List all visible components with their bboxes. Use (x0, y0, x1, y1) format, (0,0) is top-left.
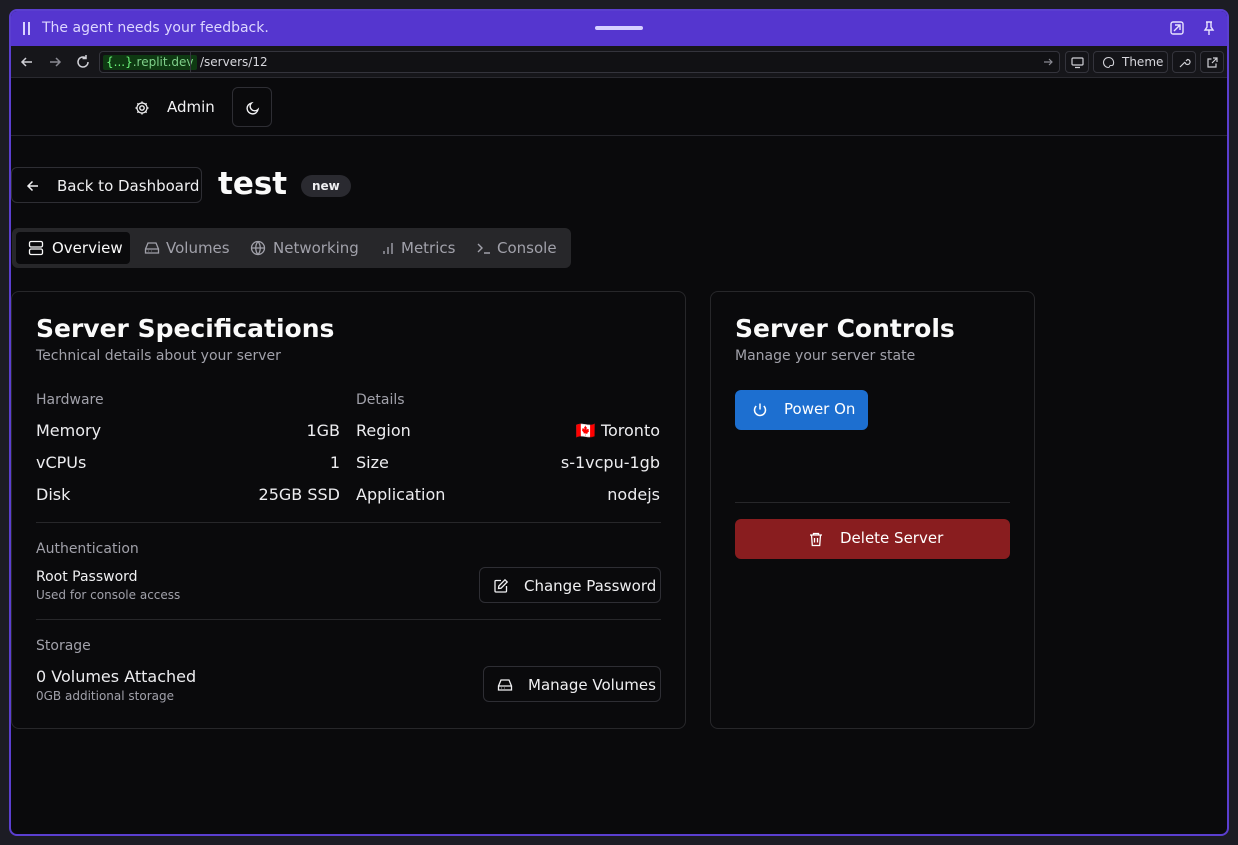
external-link-icon (1207, 57, 1218, 68)
server-specifications-card: Server Specifications Technical details … (11, 291, 686, 729)
tab-overview[interactable]: Overview (16, 232, 130, 264)
go-arrow-icon[interactable] (1041, 55, 1055, 69)
status-badge: new (301, 175, 351, 197)
card-subtitle: Manage your server state (735, 348, 916, 364)
wrench-icon (1179, 58, 1191, 68)
root-password-desc: Used for console access (36, 588, 181, 602)
arrow-left-icon (26, 180, 38, 192)
drag-handle[interactable] (595, 26, 643, 30)
card-title: Server Controls (735, 314, 955, 343)
browser-toolbar: {...}.replit.dev /servers/12 Theme (11, 46, 1227, 78)
card-title: Server Specifications (36, 314, 335, 343)
domain-chip: {...}.replit.dev (103, 55, 197, 70)
server-controls-card: Server Controls Manage your server state… (710, 291, 1035, 729)
domain-prefix: {...} (106, 55, 133, 69)
agent-message: The agent needs your feedback. (42, 20, 269, 36)
card-subtitle: Technical details about your server (36, 348, 281, 364)
browser-window: The agent needs your feedback. {...}.rep… (9, 9, 1229, 836)
manage-volumes-button[interactable]: Manage Volumes (483, 666, 661, 702)
domain-suffix: .replit.dev (132, 55, 194, 69)
tab-console[interactable]: Console (464, 232, 564, 264)
gear-icon (135, 101, 149, 115)
divider (36, 619, 661, 620)
theme-button[interactable]: Theme (1093, 51, 1168, 73)
palette-icon (1103, 56, 1115, 69)
tab-label: Console (497, 239, 557, 257)
theme-toggle-button[interactable] (232, 87, 272, 127)
hardware-heading: Hardware (36, 392, 104, 408)
spec-value: 1GB (306, 421, 340, 440)
page-title: test (218, 166, 288, 202)
storage-heading: Storage (36, 638, 91, 654)
back-arrow-icon[interactable] (19, 54, 35, 70)
moon-icon (246, 101, 260, 115)
url-divider (190, 52, 191, 72)
divider (36, 522, 661, 523)
admin-label: Admin (167, 98, 215, 116)
region-value: 🇨🇦 Toronto (492, 421, 660, 440)
spec-key: Size (356, 453, 389, 472)
tab-label: Overview (52, 239, 123, 257)
details-heading: Details (356, 392, 405, 408)
power-on-button[interactable]: Power On (735, 390, 868, 430)
trash-icon (810, 532, 822, 547)
change-password-button[interactable]: Change Password (479, 567, 661, 603)
divider (735, 502, 1010, 503)
bar-chart-icon (383, 243, 393, 254)
button-label: Change Password (524, 577, 657, 595)
tab-networking[interactable]: Networking (238, 232, 364, 264)
delete-server-button[interactable]: Delete Server (735, 519, 1010, 559)
spec-value: 1 (329, 453, 340, 472)
theme-label: Theme (1122, 55, 1164, 69)
pause-icon[interactable] (21, 22, 31, 35)
terminal-icon (477, 243, 490, 254)
button-label: Power On (784, 400, 856, 418)
tab-label: Volumes (166, 239, 230, 257)
root-password-label: Root Password (36, 569, 138, 585)
forward-arrow-icon[interactable] (47, 54, 63, 70)
tab-label: Networking (273, 239, 359, 257)
tab-volumes[interactable]: Volumes (132, 232, 232, 264)
back-to-dashboard-button[interactable]: Back to Dashboard (11, 167, 202, 203)
spec-key: vCPUs (36, 453, 87, 472)
collapse-icon[interactable] (1169, 20, 1185, 36)
spec-value: nodejs (607, 485, 660, 504)
url-field[interactable]: {...}.replit.dev /servers/12 (99, 51, 1060, 73)
open-external-button[interactable] (1200, 51, 1224, 73)
spec-value: 25GB SSD (258, 485, 340, 504)
authentication-heading: Authentication (36, 541, 139, 557)
canada-flag-icon: 🇨🇦 (575, 421, 596, 440)
hard-drive-icon (497, 679, 513, 691)
reload-icon[interactable] (75, 54, 91, 70)
volumes-attached: 0 Volumes Attached (36, 667, 197, 686)
tab-list: Overview Volumes Networking Metrics Cons… (12, 228, 571, 268)
tab-metrics[interactable]: Metrics (368, 232, 460, 264)
device-button[interactable] (1065, 51, 1089, 73)
tab-label: Metrics (401, 239, 456, 257)
url-path: /servers/12 (200, 55, 268, 69)
pin-icon[interactable] (1201, 20, 1217, 36)
spec-key: Region (356, 421, 411, 440)
spec-key: Memory (36, 421, 102, 440)
edit-icon (494, 578, 509, 593)
hard-drive-icon (144, 242, 160, 254)
server-icon (28, 240, 44, 256)
spec-key: Application (356, 485, 446, 504)
button-label: Manage Volumes (528, 676, 656, 694)
app-header: Admin (11, 78, 1227, 136)
monitor-icon (1071, 57, 1084, 69)
button-label: Delete Server (840, 529, 944, 547)
globe-icon (250, 240, 266, 256)
additional-storage: 0GB additional storage (36, 689, 174, 703)
agent-feedback-bar: The agent needs your feedback. (11, 11, 1227, 46)
back-label: Back to Dashboard (57, 177, 200, 195)
spec-key: Disk (36, 485, 71, 504)
spec-value: s-1vcpu-1gb (560, 453, 660, 472)
spec-value: Toronto (600, 421, 660, 440)
tools-button[interactable] (1172, 51, 1196, 73)
power-icon (753, 403, 767, 417)
